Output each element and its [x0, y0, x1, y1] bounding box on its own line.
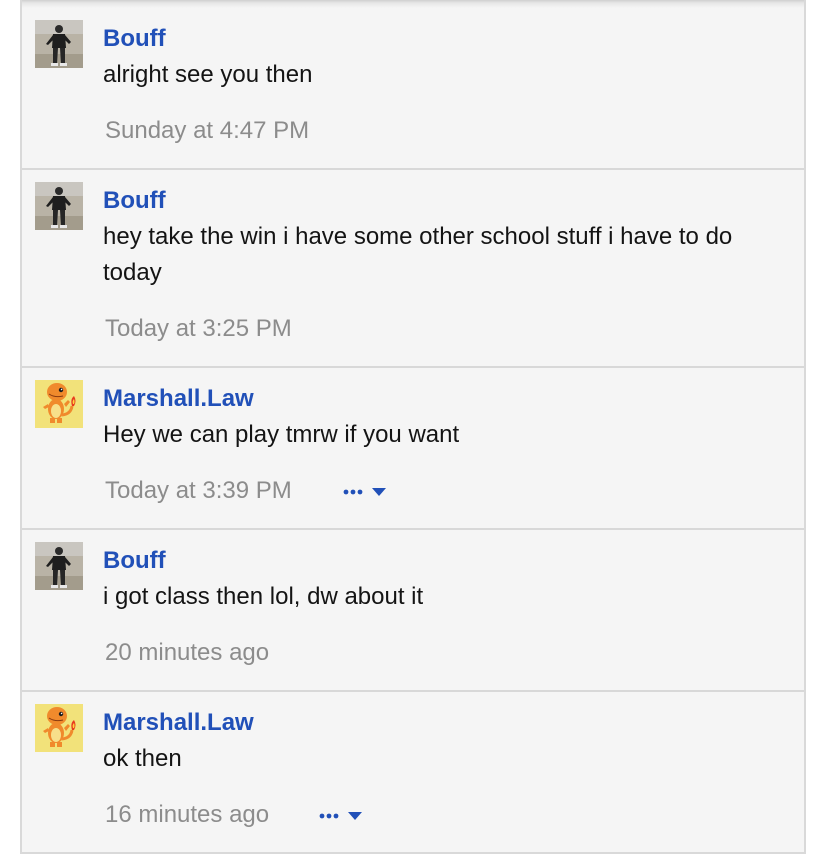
message-text: ok then: [103, 745, 182, 772]
message-timestamp[interactable]: 16 minutes ago: [105, 800, 269, 830]
message-timestamp[interactable]: Today at 3:25 PM: [105, 314, 292, 344]
message-item: Marshall.Law Hey we can play tmrw if you…: [22, 368, 804, 530]
charmander-avatar[interactable]: [35, 704, 83, 752]
message-item: Bouff i got class then lol, dw about it …: [22, 530, 804, 692]
ellipsis-chevron-down-icon: [319, 812, 362, 820]
message-timestamp[interactable]: 20 minutes ago: [105, 638, 269, 668]
more-options-menu[interactable]: [319, 806, 379, 826]
message-timestamp[interactable]: Sunday at 4:47 PM: [105, 116, 309, 146]
message-text: alright see you then: [103, 61, 313, 88]
ellipsis-chevron-down-icon: [343, 488, 386, 496]
message-author[interactable]: Marshall.Law: [103, 708, 254, 738]
message-text: hey take the win i have some other schoo…: [103, 223, 733, 286]
message-author[interactable]: Bouff: [103, 24, 166, 54]
more-options-menu[interactable]: [343, 482, 403, 502]
message-item: Bouff alright see you then Sunday at 4:4…: [22, 0, 804, 170]
message-text: i got class then lol, dw about it: [103, 583, 424, 610]
message-thread: Bouff alright see you then Sunday at 4:4…: [20, 0, 806, 854]
person-avatar[interactable]: [35, 182, 83, 230]
charmander-avatar[interactable]: [35, 380, 83, 428]
message-timestamp[interactable]: Today at 3:39 PM: [105, 476, 292, 506]
message-author[interactable]: Marshall.Law: [103, 384, 254, 414]
charmander-avatar-icon: [35, 704, 83, 752]
message-item: Bouff hey take the win i have some other…: [22, 170, 804, 368]
person-avatar-icon: [35, 20, 83, 68]
person-avatar-icon: [35, 542, 83, 590]
message-text: Hey we can play tmrw if you want: [103, 421, 460, 448]
message-author[interactable]: Bouff: [103, 546, 166, 576]
person-avatar[interactable]: [35, 542, 83, 590]
person-avatar-icon: [35, 182, 83, 230]
message-author[interactable]: Bouff: [103, 186, 166, 216]
person-avatar[interactable]: [35, 20, 83, 68]
message-item: Marshall.Law ok then 16 minutes ago: [22, 692, 804, 854]
charmander-avatar-icon: [35, 380, 83, 428]
